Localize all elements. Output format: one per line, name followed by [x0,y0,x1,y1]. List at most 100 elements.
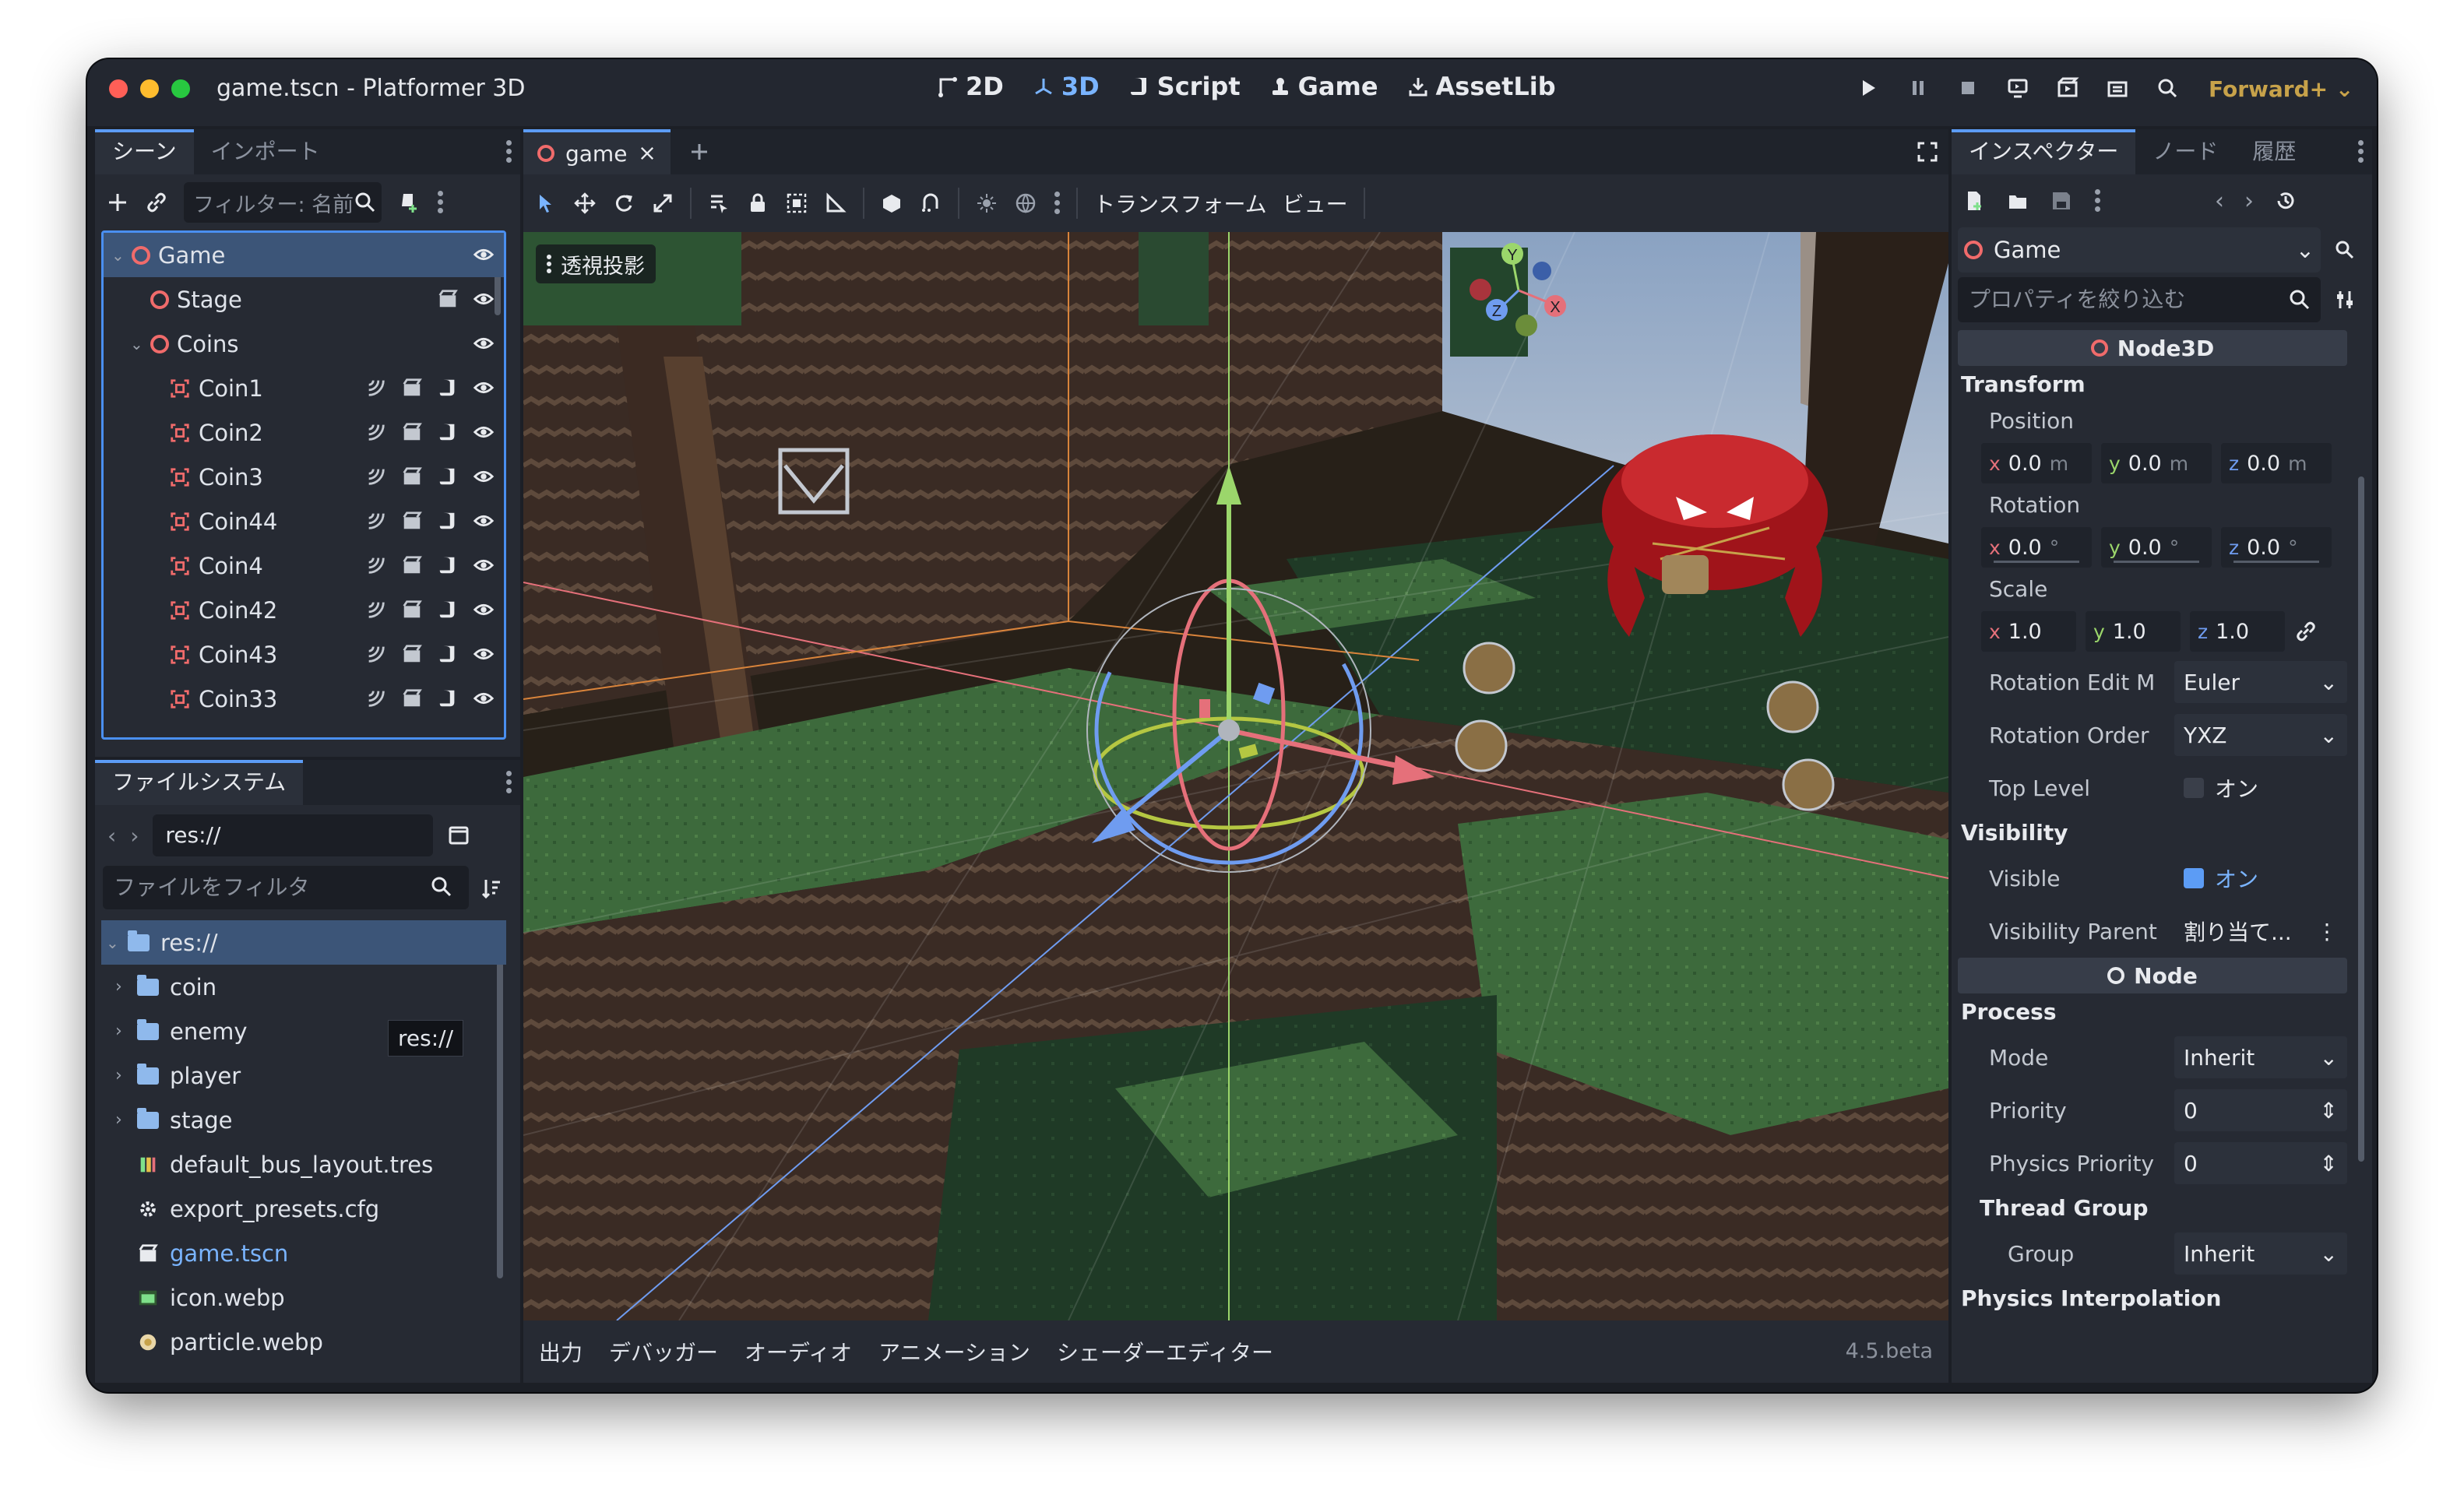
maximize-window-button[interactable] [171,79,190,98]
scene-tree-item[interactable]: ⌄ Game [104,233,504,277]
scale-x-field[interactable]: x 1.0 [1981,611,2076,652]
rotation-x-field[interactable]: x 0.0 ° [1981,527,2092,568]
scene-filter-input[interactable]: フィルター: 名前 [184,182,382,223]
signal-icon[interactable] [365,377,387,399]
resource-menu-icon[interactable] [2093,188,2101,214]
group-select[interactable]: Inherit ⌄ [2174,1232,2347,1275]
node-class-header[interactable]: Node [1958,958,2347,993]
visibility-eye-icon[interactable] [473,332,495,354]
signal-icon[interactable] [365,599,387,621]
scene-tree-item[interactable]: Stage [104,277,504,322]
file-item[interactable]: icon.webp [101,1275,506,1320]
save-resource-icon[interactable] [2050,189,2073,213]
priority-spinbox[interactable]: 0 ⇕ [2174,1089,2347,1131]
rotation-z-slider[interactable] [2233,561,2319,563]
scene-tree-item[interactable]: Coin42 [104,588,504,632]
split-view-icon[interactable] [447,824,470,847]
select-tool-icon[interactable] [534,192,558,215]
group-icon[interactable] [785,192,808,215]
open-resource-icon[interactable] [2006,189,2029,213]
instance-icon[interactable] [437,288,459,310]
attach-script-icon[interactable] [397,191,421,214]
position-x-field[interactable]: x 0.0 m [1981,443,2092,483]
inspector-dock-menu-icon[interactable] [2357,139,2364,165]
file-item[interactable]: default_bus_layout.tres [101,1142,506,1187]
play-custom-scene-button[interactable] [2104,75,2131,101]
mode-3d-button[interactable]: 3D [1032,72,1100,101]
instance-icon[interactable] [401,643,423,665]
scene-tree-item[interactable]: Coin43 [104,632,504,677]
script-icon[interactable] [437,466,459,487]
tab-animation[interactable]: アニメーション [878,1336,1030,1367]
tab-debugger[interactable]: デバッガー [609,1336,718,1367]
visibility-eye-icon[interactable] [473,377,495,399]
mode-select[interactable]: Inherit ⌄ [2174,1036,2347,1078]
mode-2d-button[interactable]: 2D [936,72,1004,101]
more-icon[interactable]: ⋮ [2316,919,2338,944]
signal-icon[interactable] [365,554,387,576]
preview-menu-icon[interactable] [1053,190,1061,216]
instance-scene-link-icon[interactable] [145,191,168,214]
scene-tree-item[interactable]: Coin2 [104,410,504,455]
script-icon[interactable] [437,421,459,443]
close-icon[interactable] [638,144,656,163]
inspector-options-icon[interactable] [2333,288,2357,311]
sun-preview-icon[interactable] [975,192,998,215]
tab-output[interactable]: 出力 [539,1336,583,1367]
signal-icon[interactable] [365,466,387,487]
thread-group-section[interactable]: Thread Group [1958,1190,2347,1227]
movie-maker-button[interactable] [2154,75,2181,101]
node-docs-icon[interactable] [2333,238,2357,262]
visibility-eye-icon[interactable] [473,687,495,709]
rotation-y-slider[interactable] [2114,561,2199,563]
minimize-window-button[interactable] [140,79,159,98]
3d-viewport[interactable]: Y X Z 透視投影 [523,232,1948,1320]
instance-icon[interactable] [401,510,423,532]
script-icon[interactable] [437,510,459,532]
inspector-scrollbar[interactable] [2358,476,2364,1162]
tab-filesystem[interactable]: ファイルシステム [95,760,304,805]
chevron-right-icon[interactable]: › [115,1021,131,1041]
rotation-x-slider[interactable] [1994,561,2079,563]
visibility-section[interactable]: Visibility [1958,814,2347,852]
tab-inspector[interactable]: インスペクター [1952,129,2136,174]
rotation-order-select[interactable]: YXZ ⌄ [2174,714,2347,756]
tab-history[interactable]: 履歴 [2235,129,2313,174]
visibility-eye-icon[interactable] [473,466,495,487]
visibility-eye-icon[interactable] [473,599,495,621]
mode-game-button[interactable]: Game [1269,72,1378,101]
folder-item[interactable]: › player [101,1053,506,1098]
object-history-icon[interactable] [2274,189,2297,213]
visibility-eye-icon[interactable] [473,510,495,532]
scene-tree-item[interactable]: Coin44 [104,499,504,543]
rotation-y-field[interactable]: y 0.0 ° [2101,527,2212,568]
script-icon[interactable] [437,643,459,665]
chevron-down-icon[interactable]: ⌄ [106,934,121,952]
signal-icon[interactable] [365,510,387,532]
script-icon[interactable] [437,599,459,621]
scene-tab-game[interactable]: game [523,129,671,174]
chevron-down-icon[interactable]: ⌄ [111,246,125,265]
folder-item[interactable]: › coin [101,965,506,1009]
instance-icon[interactable] [401,599,423,621]
file-filter-input[interactable]: ファイルをフィルタ [103,866,469,909]
spinner-icon[interactable]: ⇕ [2320,1151,2338,1176]
environment-preview-icon[interactable] [1014,192,1037,215]
path-input[interactable]: res:// [153,814,434,856]
process-section[interactable]: Process [1958,993,2347,1031]
stop-button[interactable] [1955,75,1981,101]
forward-icon[interactable]: › [130,823,139,849]
new-resource-icon[interactable] [1962,189,1986,213]
physics-interpolation-section[interactable]: Physics Interpolation [1958,1280,2347,1317]
chevron-right-icon[interactable]: › [115,1066,131,1085]
ruler-icon[interactable] [824,192,847,215]
visible-checkbox[interactable]: オン [2174,857,2347,899]
chevron-down-icon[interactable]: ⌄ [130,335,144,353]
close-window-button[interactable] [109,79,128,98]
list-select-icon[interactable] [707,192,730,215]
spinner-icon[interactable]: ⇕ [2320,1098,2338,1123]
mode-assetlib-button[interactable]: AssetLib [1406,72,1556,101]
folder-item[interactable]: › stage [101,1098,506,1142]
file-item[interactable]: export_presets.cfg [101,1187,506,1231]
chevron-right-icon[interactable]: › [115,1110,131,1130]
